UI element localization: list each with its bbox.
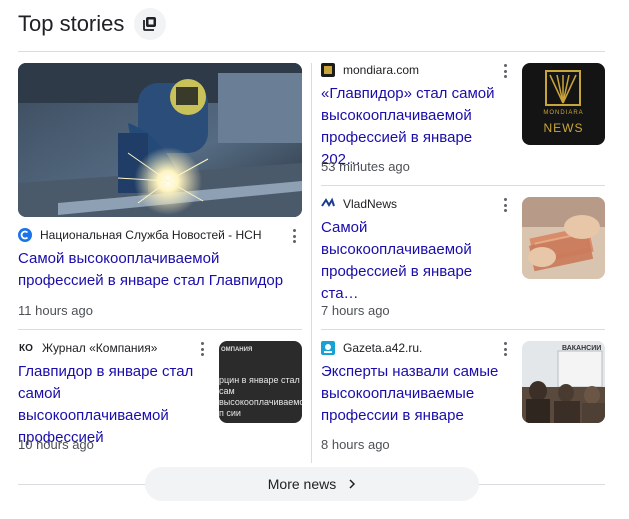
column-divider	[311, 63, 312, 463]
story-divider	[321, 185, 605, 186]
story-source[interactable]: Национальная Служба Новостей - НСН	[18, 228, 262, 242]
more-options-icon[interactable]	[503, 342, 507, 356]
source-name: Журнал «Компания»	[42, 341, 158, 355]
story-headline[interactable]: Самой высокооплачиваемой профессией в ян…	[321, 217, 506, 305]
thumb-text: рцин в январе стал сам высокооплачиваемо…	[219, 375, 302, 418]
story-divider	[321, 329, 605, 330]
story-time: 53 minutes ago	[321, 159, 410, 174]
section-title: Top stories	[18, 11, 125, 36]
source-name: mondiara.com	[343, 63, 420, 77]
source-name: Gazeta.a42.ru.	[343, 341, 423, 355]
more-options-icon[interactable]	[503, 64, 507, 78]
story-divider	[18, 329, 302, 330]
mondiara-favicon-icon	[321, 63, 335, 77]
header-divider	[18, 51, 605, 52]
more-news-label: More news	[267, 476, 337, 492]
chevron-right-icon	[348, 479, 356, 489]
kompaniya-favicon-icon: КО	[19, 342, 33, 354]
story-source[interactable]: VladNews	[321, 197, 397, 211]
top-stories-header: Top stories	[18, 8, 167, 40]
thumb-header: ОМПАНИЯ	[221, 347, 253, 353]
story-source[interactable]: КО Журнал «Компания»	[18, 341, 157, 355]
story-time: 7 hours ago	[321, 303, 390, 318]
gazeta-favicon-icon	[321, 341, 335, 355]
thumb-text: NEWS	[543, 121, 584, 135]
story-headline[interactable]: Главпидор в январе стал самой высокоопла…	[18, 361, 213, 449]
story-headline[interactable]: Самой высокооплачиваемой профессией в ян…	[18, 248, 303, 292]
story-time: 8 hours ago	[321, 437, 390, 452]
source-name: Национальная Служба Новостей - НСН	[40, 228, 262, 242]
nsn-favicon-icon	[18, 228, 32, 242]
story-headline[interactable]: «Главпидор» стал самой высокооплачиваемо…	[321, 83, 511, 171]
stacked-stories-icon[interactable]	[134, 8, 167, 40]
more-options-icon[interactable]	[200, 342, 204, 356]
more-options-icon[interactable]	[292, 229, 296, 243]
story-source[interactable]: mondiara.com	[321, 63, 419, 77]
story-thumbnail-kompaniya[interactable]: ОМПАНИЯ рцин в январе стал сам высокоопл…	[219, 341, 302, 423]
story-headline[interactable]: Эксперты назвали самые высокооплачиваемы…	[321, 361, 511, 427]
story-source[interactable]: Gazeta.a42.ru.	[321, 341, 422, 355]
story-time: 10 hours ago	[18, 437, 94, 452]
more-options-icon[interactable]	[503, 198, 507, 212]
vladnews-favicon-icon	[321, 197, 335, 211]
thumb-brand: MONDIARA	[543, 110, 584, 116]
more-news-button[interactable]: More news	[145, 467, 479, 501]
story-thumbnail-vacancies[interactable]: ВАКАНСИИ	[522, 341, 605, 423]
thumb-sign: ВАКАНСИИ	[562, 345, 602, 352]
source-name: VladNews	[343, 197, 398, 211]
story-thumbnail-money[interactable]	[522, 197, 605, 279]
story-time: 11 hours ago	[18, 303, 93, 318]
story-thumbnail-mondiara[interactable]: MONDIARA NEWS	[522, 63, 605, 145]
story-thumbnail-welder[interactable]	[18, 63, 302, 217]
